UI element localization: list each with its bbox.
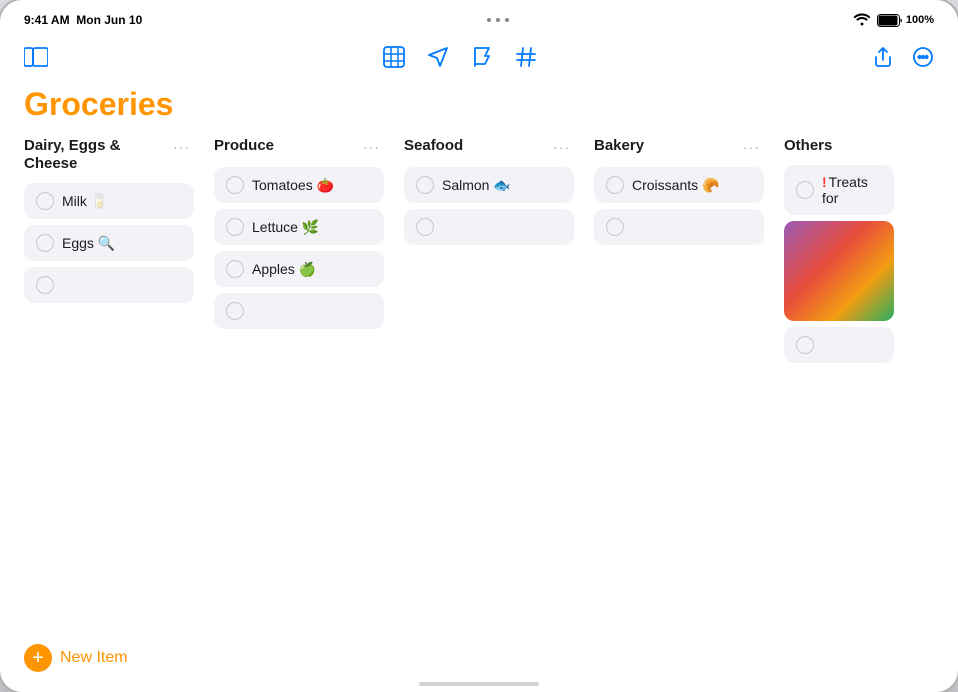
- checkbox-empty-produce[interactable]: [226, 302, 244, 320]
- new-item-plus-icon: +: [24, 644, 52, 672]
- page-title: Groceries: [0, 86, 958, 137]
- toolbar-right: [872, 46, 934, 74]
- column-others: Others !Treats for: [784, 137, 914, 369]
- more-icon[interactable]: [912, 46, 934, 74]
- columns-area: Dairy, Eggs & Cheese ··· Milk 🥛 Eggs 🔍 P…: [0, 137, 958, 369]
- status-center: [487, 18, 509, 22]
- column-seafood: Seafood ··· Salmon 🐟: [404, 137, 594, 369]
- column-title-seafood: Seafood: [404, 137, 549, 155]
- navigation-icon[interactable]: [427, 46, 449, 74]
- wifi-icon: [853, 12, 871, 29]
- item-text-treats: !Treats for: [822, 174, 882, 206]
- status-dot-2: [496, 18, 500, 22]
- checkbox-treats[interactable]: [796, 181, 814, 199]
- status-bar: 9:41 AM Mon Jun 10 100%: [0, 0, 958, 36]
- item-text-croissants: Croissants 🥐: [632, 177, 719, 194]
- column-produce: Produce ··· Tomatoes 🍅 Lettuce 🌿 Apples …: [214, 137, 404, 369]
- column-header-others: Others: [784, 137, 894, 155]
- list-item[interactable]: Croissants 🥐: [594, 167, 764, 203]
- toolbar: [0, 36, 958, 86]
- list-item[interactable]: Apples 🍏: [214, 251, 384, 287]
- item-text-milk: Milk 🥛: [62, 193, 108, 210]
- checkbox-salmon[interactable]: [416, 176, 434, 194]
- column-title-bakery: Bakery: [594, 137, 739, 155]
- list-item[interactable]: Milk 🥛: [24, 183, 194, 219]
- toolbar-center: [383, 46, 537, 74]
- checkbox-lettuce[interactable]: [226, 218, 244, 236]
- list-item[interactable]: Eggs 🔍: [24, 225, 194, 261]
- column-menu-dairy[interactable]: ···: [169, 137, 194, 157]
- new-item-button[interactable]: + New Item: [24, 644, 128, 672]
- list-item-empty-others[interactable]: [784, 327, 894, 363]
- checkbox-empty-dairy[interactable]: [36, 276, 54, 294]
- checkbox-eggs[interactable]: [36, 234, 54, 252]
- item-text-lettuce: Lettuce 🌿: [252, 219, 319, 236]
- ipad-frame: 9:41 AM Mon Jun 10 100%: [0, 0, 958, 692]
- status-right: 100%: [853, 12, 934, 29]
- item-text-eggs: Eggs 🔍: [62, 235, 115, 252]
- checkbox-tomatoes[interactable]: [226, 176, 244, 194]
- checkbox-empty-bakery[interactable]: [606, 218, 624, 236]
- new-item-label: New Item: [60, 649, 128, 667]
- column-header-bakery: Bakery ···: [594, 137, 764, 157]
- item-text-tomatoes: Tomatoes 🍅: [252, 177, 334, 194]
- column-menu-seafood[interactable]: ···: [549, 137, 574, 157]
- status-dot-3: [505, 18, 509, 22]
- list-item[interactable]: !Treats for: [784, 165, 894, 215]
- column-header-dairy: Dairy, Eggs & Cheese ···: [24, 137, 194, 173]
- hashtag-icon[interactable]: [515, 46, 537, 74]
- checkbox-milk[interactable]: [36, 192, 54, 210]
- checkbox-croissants[interactable]: [606, 176, 624, 194]
- battery-icon: 100%: [877, 14, 934, 27]
- status-dot-1: [487, 18, 491, 22]
- column-header-produce: Produce ···: [214, 137, 384, 157]
- item-text-salmon: Salmon 🐟: [442, 177, 511, 194]
- column-menu-produce[interactable]: ···: [359, 137, 384, 157]
- column-bakery: Bakery ··· Croissants 🥐: [594, 137, 784, 369]
- list-item[interactable]: Lettuce 🌿: [214, 209, 384, 245]
- image-card-others: [784, 221, 894, 321]
- list-item-empty-dairy[interactable]: [24, 267, 194, 303]
- list-item[interactable]: Salmon 🐟: [404, 167, 574, 203]
- item-text-apples: Apples 🍏: [252, 261, 316, 278]
- status-time: 9:41 AM Mon Jun 10: [24, 13, 142, 27]
- list-item-empty-bakery[interactable]: [594, 209, 764, 245]
- toolbar-left: [24, 47, 48, 73]
- table-icon[interactable]: [383, 46, 405, 74]
- home-indicator: [419, 682, 539, 686]
- column-header-seafood: Seafood ···: [404, 137, 574, 157]
- column-menu-bakery[interactable]: ···: [739, 137, 764, 157]
- flag-icon[interactable]: [471, 46, 493, 74]
- column-title-dairy: Dairy, Eggs & Cheese: [24, 137, 169, 173]
- list-item-empty-produce[interactable]: [214, 293, 384, 329]
- checkbox-empty-seafood[interactable]: [416, 218, 434, 236]
- column-dairy: Dairy, Eggs & Cheese ··· Milk 🥛 Eggs 🔍: [24, 137, 214, 369]
- exclamation-icon: !: [822, 174, 827, 190]
- checkbox-empty-others[interactable]: [796, 336, 814, 354]
- column-title-others: Others: [784, 137, 894, 155]
- list-item[interactable]: Tomatoes 🍅: [214, 167, 384, 203]
- sidebar-toggle-icon[interactable]: [24, 47, 48, 73]
- list-item-empty-seafood[interactable]: [404, 209, 574, 245]
- share-icon[interactable]: [872, 46, 894, 74]
- column-title-produce: Produce: [214, 137, 359, 155]
- checkbox-apples[interactable]: [226, 260, 244, 278]
